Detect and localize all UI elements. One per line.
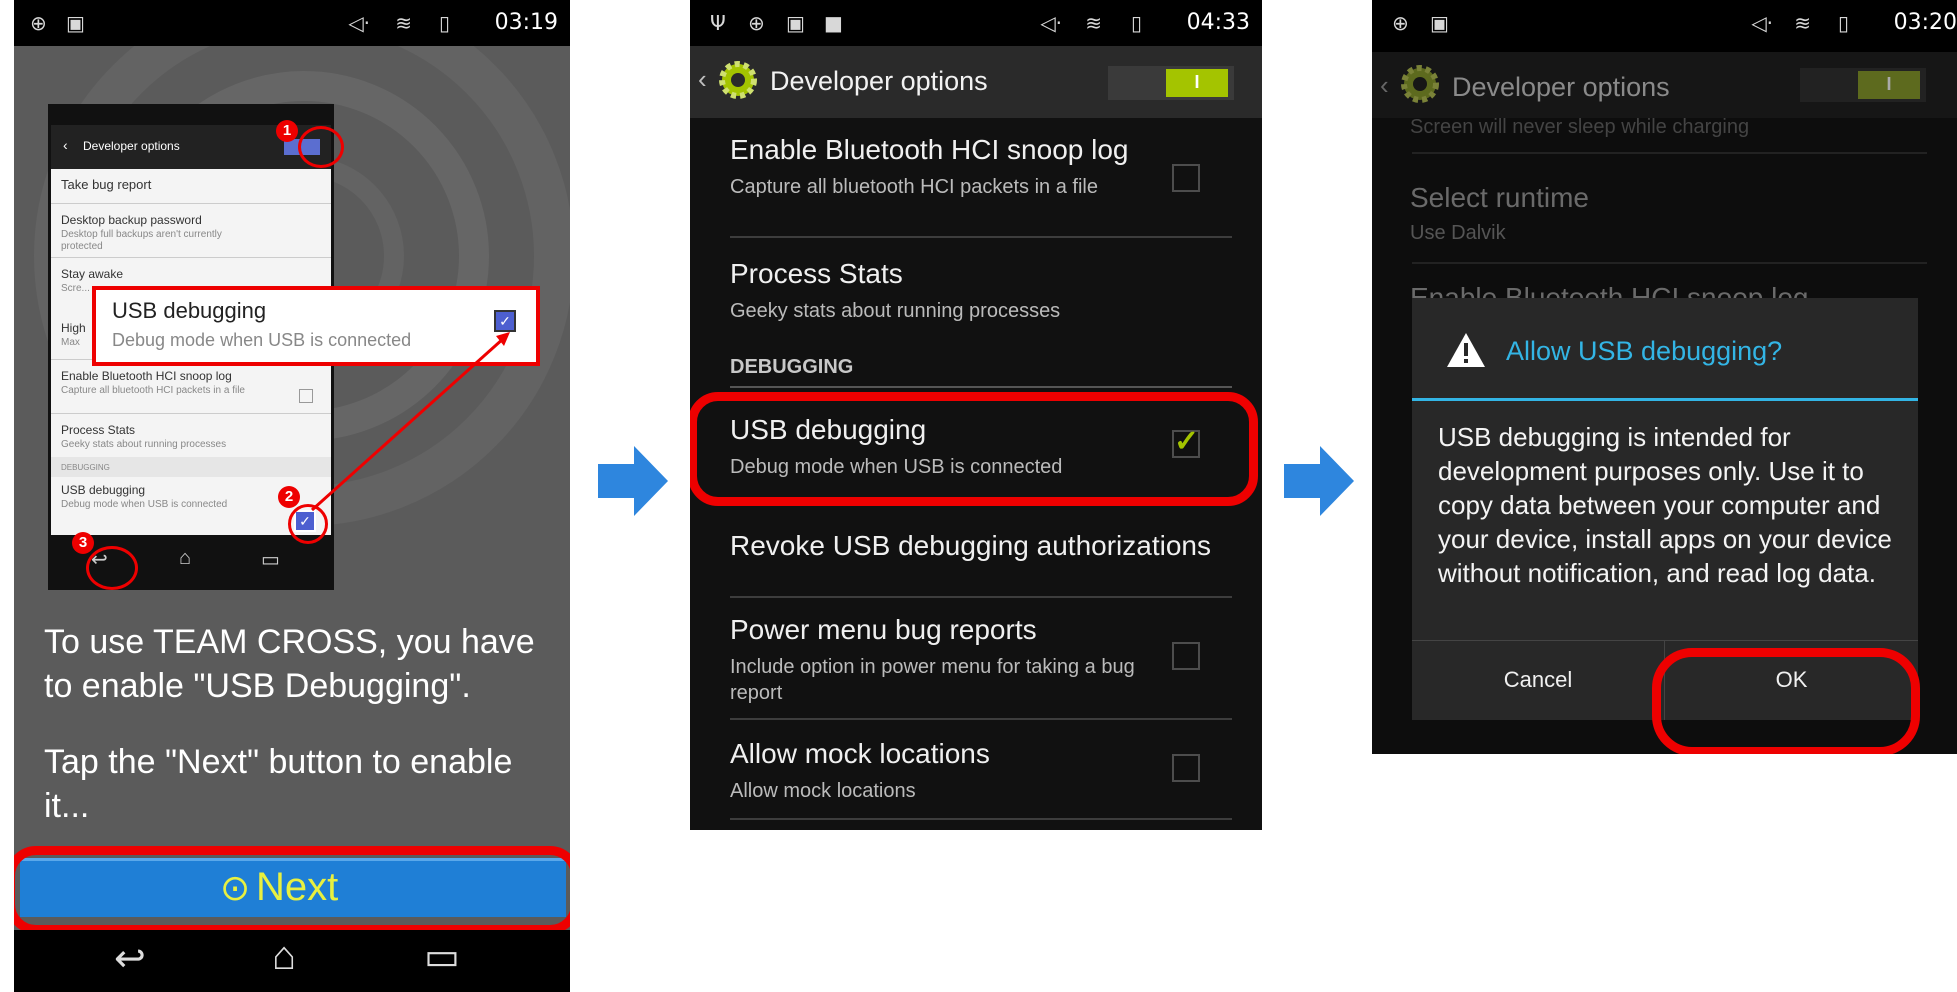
checkbox-bt-snoop[interactable] <box>1172 164 1200 192</box>
pref-title: Allow mock locations <box>730 738 990 769</box>
pref-revoke[interactable]: Revoke USB debugging authorizations <box>730 530 1232 580</box>
back-icon[interactable]: ‹ <box>698 64 707 95</box>
sync-icon: ⊕ <box>748 11 765 35</box>
divider <box>1412 152 1927 154</box>
status-time: 03:20 <box>1893 10 1957 35</box>
toggle-label: I <box>1194 72 1200 92</box>
volume-icon: ◁· <box>1751 11 1773 35</box>
pref-mock-locations[interactable]: Allow mock locations Allow mock location… <box>730 738 1232 808</box>
action-bar: ‹ Developer options I <box>1372 52 1957 118</box>
phone-screen-intro: ⊕ ▣ ◁· ≋ ▯ 03:19 ‹ Developer options Tak… <box>14 0 570 992</box>
battery-icon: ▯ <box>1130 11 1142 35</box>
status-bar: Ψ ⊕ ▣ ■ ◁· ≋ ▯ 04:33 <box>690 0 1262 46</box>
highlight-next <box>14 846 570 934</box>
phone-screen-developer-options: Ψ ⊕ ▣ ■ ◁· ≋ ▯ 04:33 ‹ Developer options… <box>690 0 1262 830</box>
battery-icon: ▯ <box>1837 11 1849 35</box>
pref-subtitle: Geeky stats about running processes <box>730 300 1061 322</box>
pref-title: Power menu bug reports <box>730 614 1037 645</box>
back-icon[interactable]: ‹ <box>1380 70 1389 101</box>
divider <box>730 818 1232 820</box>
pref-title: Enable Bluetooth HCI snoop log <box>730 134 1129 165</box>
divider <box>730 236 1232 238</box>
cancel-label: Cancel <box>1503 667 1573 692</box>
bg-subtitle: Screen will never sleep while charging <box>1410 116 1750 138</box>
flow-arrow-right <box>598 446 668 516</box>
nav-bar: ↩ ⌂ ▭ <box>14 930 570 992</box>
wifi-icon: ≋ <box>1085 11 1102 35</box>
highlight-usb-debugging <box>690 392 1258 506</box>
image-icon: ▣ <box>786 11 805 35</box>
instruction-text: To use TEAM CROSS, you have to enable "U… <box>44 623 535 705</box>
nav-home-icon[interactable]: ⌂ <box>272 934 296 979</box>
divider <box>730 596 1232 598</box>
status-bar: ⊕ ▣ ◁· ≋ ▯ 03:20 <box>1372 0 1957 52</box>
gear-icon <box>1401 65 1439 103</box>
volume-icon: ◁· <box>1040 11 1062 35</box>
callout-arrow <box>310 332 510 512</box>
pref-bt-snoop[interactable]: Enable Bluetooth HCI snoop log Capture a… <box>730 134 1232 230</box>
gear-icon <box>719 61 757 99</box>
usb-icon: Ψ <box>710 11 726 35</box>
checkbox-power-menu[interactable] <box>1172 642 1200 670</box>
warning-icon <box>1447 333 1485 367</box>
nav-back-icon[interactable]: ↩ <box>114 936 146 981</box>
developer-toggle[interactable]: I <box>1800 68 1926 102</box>
divider <box>1412 262 1927 264</box>
phone-screen-allow-dialog: ⊕ ▣ ◁· ≋ ▯ 03:20 ‹ Developer options I S… <box>1372 0 1957 754</box>
dialog-title-divider <box>1412 398 1918 401</box>
sync-icon: ⊕ <box>1392 11 1409 35</box>
dialog-title: Allow USB debugging? <box>1506 336 1783 366</box>
dialog-body: USB debugging is intended for developmen… <box>1438 422 1892 588</box>
wifi-icon: ≋ <box>1794 11 1811 35</box>
instruction-text-next: Tap the "Next" button to enable it... <box>44 743 513 825</box>
square-icon: ■ <box>824 11 843 35</box>
divider <box>730 386 1232 388</box>
checkbox-mock-locations[interactable] <box>1172 754 1200 782</box>
pref-power-menu[interactable]: Power menu bug reports Include option in… <box>730 614 1232 714</box>
action-bar: ‹ Developer options I <box>690 46 1262 118</box>
toggle-label: I <box>1886 74 1892 94</box>
pref-subtitle: Allow mock locations <box>730 780 916 802</box>
section-header: DEBUGGING <box>730 356 854 378</box>
cancel-button[interactable]: Cancel <box>1412 641 1664 720</box>
pref-subtitle: Include option in power menu for taking … <box>730 656 1135 704</box>
bg-title: Select runtime <box>1410 182 1589 213</box>
highlight-ok <box>1652 648 1920 754</box>
page-title: Developer options <box>770 66 988 96</box>
nav-recents-icon[interactable]: ▭ <box>424 934 460 979</box>
developer-toggle[interactable]: I <box>1108 66 1234 100</box>
pref-title: Revoke USB debugging authorizations <box>730 530 1211 561</box>
flow-arrow-right <box>1284 446 1354 516</box>
pref-subtitle: Capture all bluetooth HCI packets in a f… <box>730 176 1098 198</box>
status-time: 04:33 <box>1186 10 1250 35</box>
pref-process-stats[interactable]: Process Stats Geeky stats about running … <box>730 258 1232 328</box>
bg-subtitle: Use Dalvik <box>1410 222 1506 244</box>
page-title: Developer options <box>1452 72 1670 102</box>
pref-title: Process Stats <box>730 258 903 289</box>
image-icon: ▣ <box>1430 11 1449 35</box>
divider <box>730 718 1232 720</box>
